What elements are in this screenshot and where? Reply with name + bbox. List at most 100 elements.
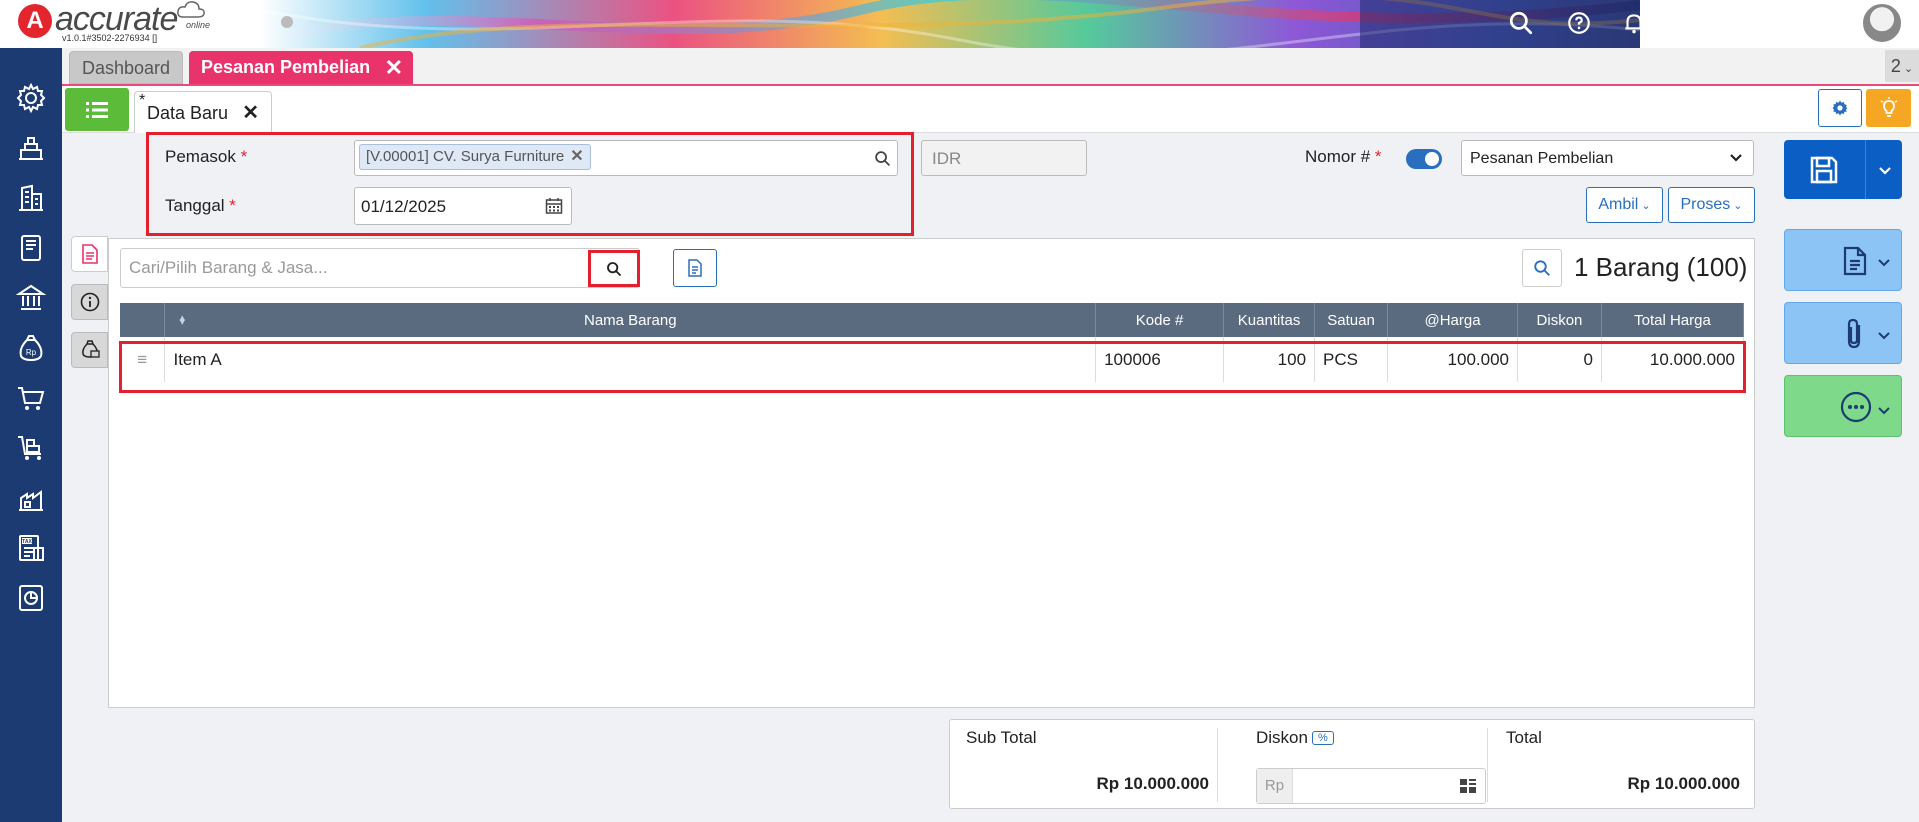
subtotal-label: Sub Total: [966, 728, 1037, 747]
currency-value: IDR: [932, 149, 962, 168]
chevron-down-icon: [1878, 332, 1890, 340]
list-view-button[interactable]: [65, 88, 129, 131]
paperclip-icon: [1847, 318, 1861, 349]
nomor-select[interactable]: Pesanan Pembelian: [1461, 140, 1754, 176]
report-chart-icon[interactable]: [15, 582, 47, 614]
building-icon[interactable]: [15, 182, 47, 214]
user-info[interactable]: Akira, Tbk. Michelle Georgina: [1730, 3, 1843, 43]
subtotal-value: Rp 10.000.000: [1096, 774, 1209, 793]
required-mark: *: [1374, 147, 1382, 166]
total-section: Total Rp 10.000.000: [1490, 728, 1748, 802]
cell-kuantitas[interactable]: 100: [1223, 337, 1316, 382]
percent-toggle[interactable]: %: [1311, 731, 1334, 745]
chevron-down-icon: [1878, 407, 1890, 415]
save-button[interactable]: [1784, 140, 1902, 199]
column-header-nama[interactable]: ▴ ▾ Nama Barang: [164, 303, 1097, 337]
item-list-button[interactable]: [673, 249, 717, 287]
document-icon: [1843, 246, 1867, 276]
sidebar: Rp TAX: [0, 48, 62, 822]
column-header-total[interactable]: Total Harga: [1601, 303, 1745, 337]
cell-kode[interactable]: 100006: [1095, 337, 1225, 382]
auto-number-toggle[interactable]: [1406, 149, 1442, 169]
document-lines-icon: [81, 244, 98, 264]
factory-icon[interactable]: [15, 132, 47, 164]
document-subbar: * Data Baru ✕: [62, 86, 1919, 133]
proses-button[interactable]: Proses ⌄: [1668, 187, 1755, 223]
tab-counter-dropdown[interactable]: 2 ⌄: [1885, 50, 1919, 82]
tab-dashboard[interactable]: Dashboard: [69, 51, 183, 84]
column-header-satuan[interactable]: Satuan: [1314, 303, 1389, 337]
document-icon: [688, 259, 702, 277]
nomor-label-text: Nomor #: [1305, 147, 1371, 166]
pemasok-label: Pemasok *: [165, 147, 247, 167]
ambil-button[interactable]: Ambil ⌄: [1586, 187, 1663, 223]
money-bag-icon[interactable]: Rp: [15, 332, 47, 364]
supplier-chip[interactable]: [V.00001] CV. Surya Furniture ✕: [359, 144, 591, 170]
chevron-down-icon[interactable]: [1878, 166, 1892, 176]
sort-icon[interactable]: ▴ ▾: [179, 311, 185, 337]
shopping-cart-icon[interactable]: [15, 382, 47, 414]
nomor-select-value: Pesanan Pembelian: [1470, 150, 1614, 167]
column-header-harga[interactable]: @Harga: [1387, 303, 1518, 337]
calculator-icon[interactable]: [1459, 778, 1477, 794]
calendar-icon[interactable]: [545, 197, 563, 215]
cell-harga[interactable]: 100.000: [1387, 337, 1518, 382]
settings-gear-icon[interactable]: [15, 82, 47, 114]
table-row[interactable]: ≡ Item A 100006 100 PCS 100.000 0 10.000…: [120, 337, 1745, 382]
diskon-section: Diskon% Rp: [1220, 728, 1488, 804]
search-icon[interactable]: [1508, 10, 1534, 36]
logo-text: accurate: [55, 0, 178, 38]
ambil-label: Ambil: [1598, 196, 1639, 213]
save-divider: [1865, 140, 1866, 199]
svg-text:Rp: Rp: [26, 348, 37, 357]
tax-document-icon[interactable]: TAX: [15, 532, 47, 564]
total-label: Total: [1506, 728, 1542, 747]
diskon-input[interactable]: Rp: [1256, 768, 1486, 804]
item-search-button[interactable]: [588, 250, 640, 287]
bell-icon[interactable]: [1621, 10, 1647, 36]
tab-info[interactable]: [71, 284, 108, 320]
document-menu-button[interactable]: [1784, 229, 1902, 291]
remove-chip-icon[interactable]: ✕: [570, 148, 583, 165]
tab-counter-value: 2: [1890, 56, 1901, 76]
tab-costs[interactable]: [71, 332, 108, 368]
tab-data-baru[interactable]: * Data Baru ✕: [134, 91, 272, 133]
cell-satuan[interactable]: PCS: [1314, 337, 1389, 382]
cost-bag-icon: [81, 340, 100, 358]
column-header-kode[interactable]: Kode #: [1095, 303, 1225, 337]
count-search-button[interactable]: [1522, 249, 1562, 287]
pemasok-field[interactable]: [V.00001] CV. Surya Furniture ✕: [354, 140, 898, 176]
pemasok-label-text: Pemasok: [165, 147, 236, 166]
settings-button[interactable]: [1818, 89, 1862, 127]
chevron-down-icon[interactable]: [1904, 16, 1916, 26]
nomor-label: Nomor # *: [1305, 147, 1382, 167]
item-search-input[interactable]: [120, 248, 640, 288]
close-icon[interactable]: ✕: [385, 51, 403, 84]
search-icon: [607, 261, 621, 276]
tanggal-field[interactable]: 01/12/2025: [354, 187, 572, 225]
table-header-row: ▴ ▾ Nama Barang Kode # Kuantitas Satuan @…: [120, 303, 1745, 337]
tab-pesanan-pembelian[interactable]: Pesanan Pembelian ✕: [189, 51, 413, 84]
column-header-kuantitas[interactable]: Kuantitas: [1223, 303, 1316, 337]
tips-button[interactable]: [1866, 89, 1911, 127]
more-actions-button[interactable]: [1784, 375, 1902, 437]
help-icon[interactable]: [1566, 10, 1592, 36]
svg-text:TAX: TAX: [22, 539, 32, 545]
cell-diskon[interactable]: 0: [1517, 337, 1602, 382]
search-icon[interactable]: [874, 150, 891, 167]
ledger-book-icon[interactable]: [15, 232, 47, 264]
cart-boxes-icon[interactable]: [15, 432, 47, 464]
close-icon[interactable]: ✕: [242, 92, 259, 134]
tab-items-detail[interactable]: [71, 236, 108, 272]
cell-total[interactable]: 10.000.000: [1601, 337, 1745, 382]
warehouse-icon[interactable]: [15, 482, 47, 514]
cell-nama[interactable]: Item A: [164, 337, 1097, 382]
bank-icon[interactable]: [15, 282, 47, 314]
drag-column-header: [120, 303, 166, 337]
attachment-button[interactable]: [1784, 302, 1902, 364]
avatar[interactable]: [1861, 2, 1903, 44]
column-header-diskon[interactable]: Diskon: [1517, 303, 1602, 337]
more-dots-icon: [1840, 391, 1872, 423]
subtotal-section: Sub Total Rp 10.000.000: [966, 728, 1218, 802]
drag-handle-icon[interactable]: ≡: [120, 337, 166, 382]
